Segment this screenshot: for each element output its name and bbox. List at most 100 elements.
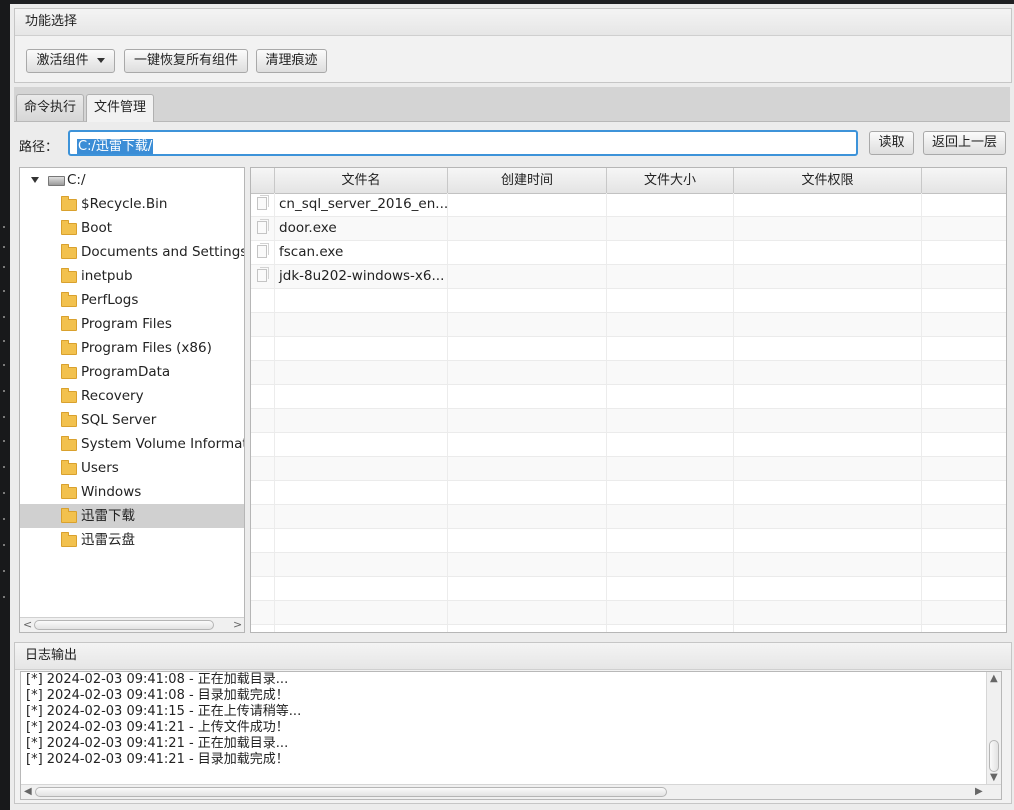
- scrollbar-thumb[interactable]: [34, 620, 214, 630]
- empty-cell: [607, 601, 734, 624]
- scroll-right-icon[interactable]: >: [233, 618, 242, 632]
- tree-item[interactable]: 迅雷云盘: [20, 528, 244, 552]
- size-cell: [607, 193, 734, 216]
- log-line: [*] 2024-02-03 09:41:21 - 目录加载完成！: [26, 752, 289, 767]
- scroll-down-icon[interactable]: ▼: [990, 771, 998, 785]
- file-icon: [257, 219, 269, 234]
- scroll-left-icon[interactable]: <: [23, 618, 32, 632]
- empty-cell: [607, 553, 734, 576]
- scrollbar-thumb[interactable]: [989, 740, 999, 772]
- empty-table-row: [251, 577, 1006, 601]
- log-output[interactable]: [*] 2024-02-03 09:41:08 - 正在加载目录... [*] …: [20, 671, 1002, 800]
- path-input[interactable]: C:/迅雷下载/: [68, 130, 858, 156]
- activate-component-dropdown[interactable]: 激活组件: [26, 49, 115, 73]
- empty-cell: [607, 409, 734, 432]
- tree-item-label: 迅雷下载: [81, 508, 135, 524]
- empty-cell: [734, 385, 922, 408]
- empty-cell: [448, 625, 607, 632]
- created-cell: [448, 265, 607, 288]
- log-vertical-scrollbar[interactable]: ▲ ▼: [986, 672, 1001, 785]
- clean-traces-button[interactable]: 清理痕迹: [256, 49, 327, 73]
- empty-table-row: [251, 409, 1006, 433]
- empty-cell: [251, 553, 275, 576]
- restore-all-button[interactable]: 一键恢复所有组件: [124, 49, 248, 73]
- size-cell: [607, 241, 734, 264]
- log-panel: 日志输出 [*] 2024-02-03 09:41:08 - 正在加载目录...…: [14, 642, 1012, 804]
- tree-item[interactable]: Boot: [20, 216, 244, 240]
- tree-item-label: Users: [81, 460, 119, 476]
- empty-cell: [607, 529, 734, 552]
- function-panel-title: 功能选择: [15, 9, 1011, 36]
- tab-command-exec[interactable]: 命令执行: [16, 94, 85, 121]
- empty-table-row: [251, 433, 1006, 457]
- empty-cell: [275, 457, 448, 480]
- table-row[interactable]: cn_sql_server_2016_en...: [251, 193, 1006, 217]
- empty-cell: [734, 601, 922, 624]
- activate-component-label: 激活组件: [36, 53, 89, 68]
- read-button[interactable]: 读取: [869, 131, 914, 155]
- empty-cell: [734, 457, 922, 480]
- size-cell: [607, 217, 734, 240]
- table-header: 文件名 创建时间 文件大小 文件权限: [251, 168, 1006, 194]
- empty-table-row: [251, 505, 1006, 529]
- empty-cell: [734, 313, 922, 336]
- table-row[interactable]: door.exe: [251, 217, 1006, 241]
- scroll-left-icon[interactable]: ◀: [24, 785, 32, 799]
- table-row[interactable]: jdk-8u202-windows-x6...: [251, 265, 1006, 289]
- folder-icon: [61, 484, 77, 499]
- tab-file-manager[interactable]: 文件管理: [86, 94, 155, 122]
- file-name-cell: door.exe: [275, 217, 448, 240]
- expand-arrow-icon[interactable]: [31, 177, 39, 183]
- empty-cell: [448, 529, 607, 552]
- tree-item[interactable]: inetpub: [20, 264, 244, 288]
- scroll-up-icon[interactable]: ▲: [990, 672, 998, 686]
- tree-item[interactable]: System Volume Informat...: [20, 432, 244, 456]
- empty-cell: [734, 529, 922, 552]
- tree-item[interactable]: ProgramData: [20, 360, 244, 384]
- empty-cell: [607, 577, 734, 600]
- tree-item-label: Windows: [81, 484, 142, 500]
- empty-cell: [448, 505, 607, 528]
- created-cell: [448, 193, 607, 216]
- tree-item[interactable]: Recovery: [20, 384, 244, 408]
- empty-cell: [607, 337, 734, 360]
- scroll-right-icon[interactable]: ▶: [975, 785, 983, 799]
- tree-item[interactable]: Program Files: [20, 312, 244, 336]
- empty-cell: [448, 457, 607, 480]
- column-header-permission[interactable]: 文件权限: [734, 168, 922, 193]
- column-header-name[interactable]: 文件名: [275, 168, 448, 193]
- tree-item[interactable]: Windows: [20, 480, 244, 504]
- folder-icon: [61, 244, 77, 259]
- tree-item[interactable]: SQL Server: [20, 408, 244, 432]
- column-header-size[interactable]: 文件大小: [607, 168, 734, 193]
- empty-cell: [251, 289, 275, 312]
- tree-item[interactable]: Documents and Settings: [20, 240, 244, 264]
- tree-horizontal-scrollbar[interactable]: < >: [20, 617, 244, 632]
- tree-root[interactable]: C:/: [20, 168, 244, 192]
- empty-cell: [275, 553, 448, 576]
- go-up-button[interactable]: 返回上一层: [923, 131, 1006, 155]
- tree-item[interactable]: Users: [20, 456, 244, 480]
- empty-cell: [275, 361, 448, 384]
- tree-item-selected[interactable]: 迅雷下载: [20, 504, 244, 528]
- empty-cell: [734, 577, 922, 600]
- empty-cell: [607, 481, 734, 504]
- scrollbar-thumb[interactable]: [35, 787, 667, 797]
- tree-item[interactable]: Program Files (x86): [20, 336, 244, 360]
- file-name-cell: fscan.exe: [275, 241, 448, 264]
- empty-cell: [448, 433, 607, 456]
- file-icon: [257, 195, 269, 210]
- empty-cell: [251, 433, 275, 456]
- permission-cell: [734, 217, 922, 240]
- empty-cell: [607, 457, 734, 480]
- folder-icon: [61, 508, 77, 523]
- log-horizontal-scrollbar[interactable]: ◀ ▶: [21, 784, 1001, 799]
- empty-cell: [275, 409, 448, 432]
- tree-item[interactable]: $Recycle.Bin: [20, 192, 244, 216]
- folder-icon: [61, 316, 77, 331]
- row-icon-cell: [251, 217, 275, 240]
- column-header-created[interactable]: 创建时间: [448, 168, 607, 193]
- empty-cell: [607, 313, 734, 336]
- tree-item[interactable]: PerfLogs: [20, 288, 244, 312]
- table-row[interactable]: fscan.exe: [251, 241, 1006, 265]
